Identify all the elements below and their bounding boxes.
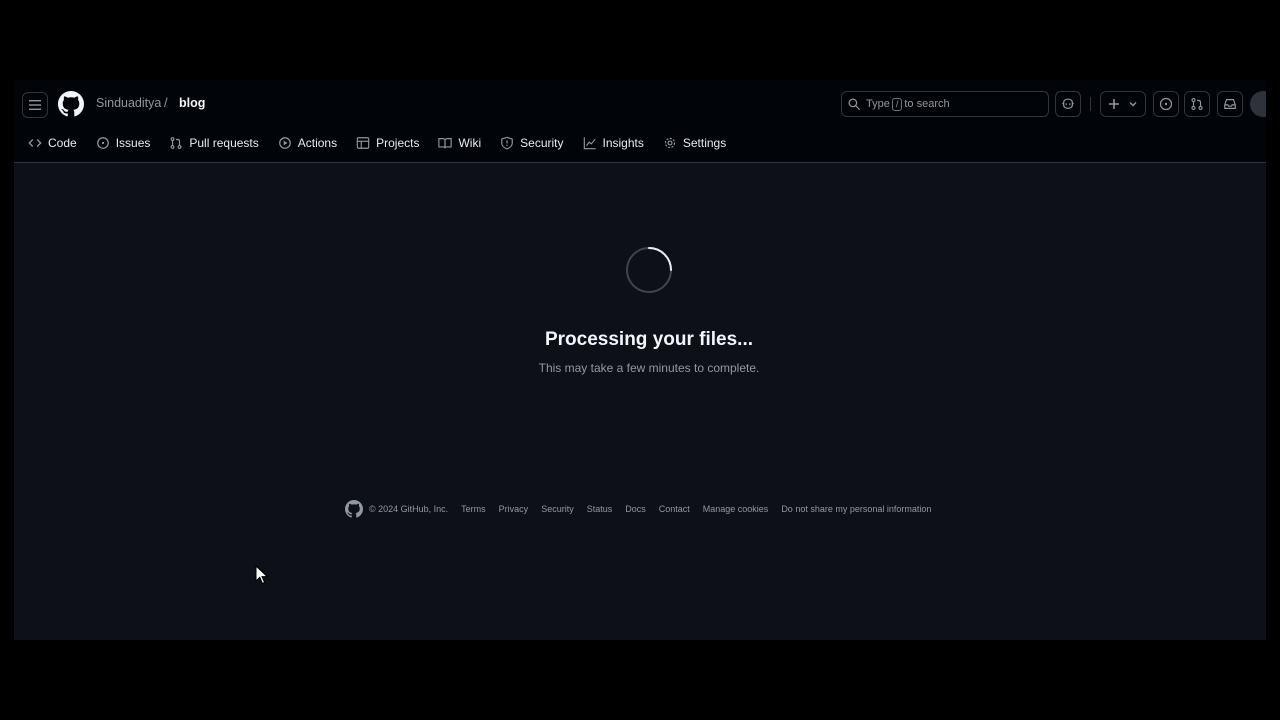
tab-projects[interactable]: Projects bbox=[356, 136, 419, 150]
search-prefix: Type bbox=[866, 98, 890, 110]
footer-link-terms[interactable]: Terms bbox=[461, 504, 486, 514]
tab-label: Issues bbox=[115, 136, 151, 150]
plus-icon bbox=[1109, 99, 1119, 109]
tab-settings[interactable]: Settings bbox=[663, 136, 726, 150]
page-footer: © 2024 GitHub, Inc. Terms Privacy Securi… bbox=[345, 500, 944, 518]
footer-copyright: © 2024 GitHub, Inc. bbox=[369, 504, 449, 514]
table-icon bbox=[356, 137, 370, 149]
footer-link-status[interactable]: Status bbox=[587, 504, 613, 514]
avatar[interactable] bbox=[1250, 91, 1266, 117]
tab-code[interactable]: Code bbox=[28, 136, 77, 150]
graph-icon bbox=[583, 137, 596, 150]
shield-icon bbox=[501, 136, 513, 150]
search-suffix: to search bbox=[904, 98, 950, 110]
tab-label: Code bbox=[48, 136, 77, 150]
issue-opened-icon bbox=[1159, 97, 1173, 111]
book-icon bbox=[438, 138, 453, 149]
tab-security[interactable]: Security bbox=[500, 136, 564, 150]
tab-insights[interactable]: Insights bbox=[583, 136, 644, 150]
copilot-button[interactable] bbox=[1055, 91, 1081, 117]
mouse-cursor-icon bbox=[255, 565, 269, 585]
gear-icon bbox=[664, 137, 675, 149]
code-icon bbox=[28, 139, 42, 147]
search-icon bbox=[848, 98, 860, 110]
search-input[interactable]: Type / to search bbox=[841, 91, 1049, 117]
app-header: Sinduaditya / blog Type / to search Code… bbox=[14, 80, 1266, 163]
footer-link-do-not-share[interactable]: Do not share my personal information bbox=[781, 504, 931, 514]
breadcrumb-owner-link[interactable]: Sinduaditya bbox=[96, 96, 161, 110]
create-new-button[interactable] bbox=[1100, 91, 1146, 117]
github-mark-icon[interactable] bbox=[345, 500, 363, 518]
github-logo-icon[interactable] bbox=[58, 91, 84, 117]
processing-subtitle: This may take a few minutes to complete. bbox=[538, 361, 760, 375]
footer-link-contact[interactable]: Contact bbox=[659, 504, 690, 514]
footer-link-docs[interactable]: Docs bbox=[625, 504, 646, 514]
issue-icon bbox=[96, 137, 109, 149]
footer-link-manage-cookies[interactable]: Manage cookies bbox=[703, 504, 769, 514]
breadcrumb-separator: / bbox=[164, 95, 168, 110]
hamburger-icon bbox=[29, 100, 41, 110]
pull-requests-button[interactable] bbox=[1184, 91, 1210, 117]
tab-pull-requests[interactable]: Pull requests bbox=[169, 136, 259, 150]
tab-label: Settings bbox=[682, 136, 727, 150]
tab-label: Pull requests bbox=[189, 136, 259, 150]
footer-link-security[interactable]: Security bbox=[541, 504, 574, 514]
pull-request-icon bbox=[170, 137, 182, 149]
footer-link-privacy[interactable]: Privacy bbox=[499, 504, 529, 514]
repo-nav: Code Issues Pull requests Actions Projec… bbox=[28, 132, 745, 154]
pull-request-icon bbox=[1191, 98, 1203, 110]
tab-wiki[interactable]: Wiki bbox=[438, 136, 481, 150]
menu-button[interactable] bbox=[22, 92, 48, 118]
tab-actions[interactable]: Actions bbox=[278, 136, 337, 150]
search-shortcut-key: / bbox=[891, 97, 903, 111]
breadcrumb-repo-link[interactable]: blog bbox=[179, 96, 205, 110]
tab-label: Projects bbox=[376, 136, 420, 150]
loading-spinner-icon bbox=[626, 247, 672, 293]
issues-button[interactable] bbox=[1153, 91, 1179, 117]
chevron-down-icon bbox=[1129, 102, 1137, 107]
tab-issues[interactable]: Issues bbox=[96, 136, 151, 150]
header-divider bbox=[1090, 97, 1091, 111]
processing-title: Processing your files... bbox=[544, 329, 754, 350]
browser-viewport: Sinduaditya / blog Type / to search Code… bbox=[14, 80, 1266, 640]
tab-label: Security bbox=[520, 136, 564, 150]
tab-label: Actions bbox=[297, 136, 338, 150]
tab-label: Wiki bbox=[458, 136, 482, 150]
copilot-icon bbox=[1062, 98, 1074, 109]
inbox-button[interactable] bbox=[1217, 91, 1243, 117]
inbox-icon bbox=[1224, 99, 1236, 109]
play-icon bbox=[278, 137, 291, 149]
tab-label: Insights bbox=[602, 136, 644, 150]
